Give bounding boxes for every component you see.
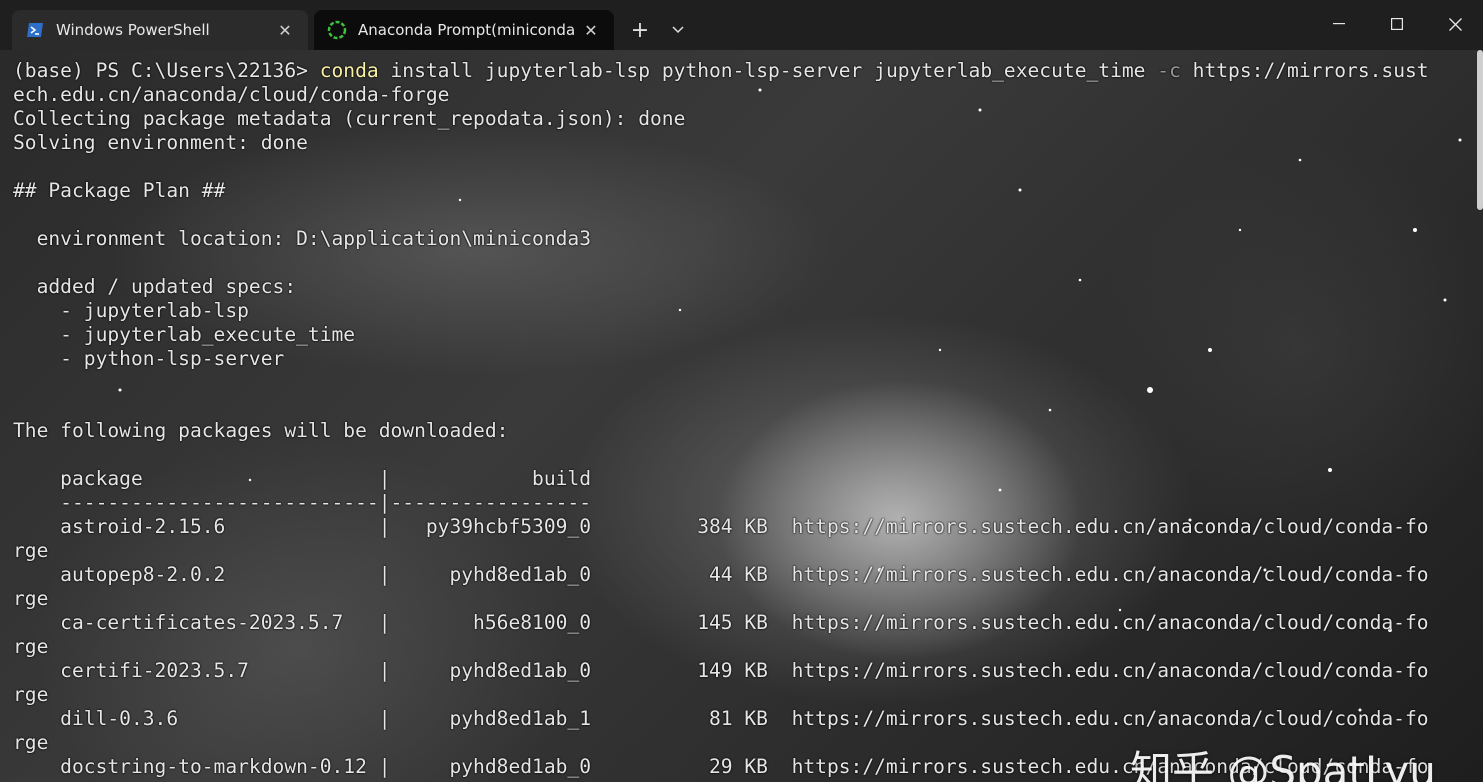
solving-line: Solving environment: done (13, 131, 308, 154)
collecting-line: Collecting package metadata (current_rep… (13, 107, 686, 130)
table-row: certifi-2023.5.7 | pyhd8ed1ab_0 149 KB h… (13, 659, 1429, 682)
spec-item: - python-lsp-server (13, 347, 285, 370)
close-tab-icon[interactable]: ✕ (580, 21, 602, 40)
table-row-wrap: rge (13, 683, 49, 706)
spec-item: - jupyterlab-lsp (13, 299, 249, 322)
close-window-button[interactable] (1426, 0, 1483, 48)
close-tab-icon[interactable]: ✕ (274, 21, 296, 40)
maximize-icon (1391, 18, 1403, 30)
download-header: The following packages will be downloade… (13, 419, 509, 442)
table-row: astroid-2.15.6 | py39hcbf5309_0 384 KB h… (13, 515, 1429, 538)
plan-header: ## Package Plan ## (13, 179, 226, 202)
command-flag: -c (1157, 59, 1181, 82)
terminal-output[interactable]: (base) PS C:\Users\22136> conda install … (13, 59, 1429, 779)
table-row: autopep8-2.0.2 | pyhd8ed1ab_0 44 KB http… (13, 563, 1429, 586)
command-url-wrap: ech.edu.cn/anaconda/cloud/conda-forge (13, 83, 450, 106)
tab-dropdown-button[interactable] (664, 14, 692, 46)
spec-item: - jupyterlab_execute_time (13, 323, 356, 346)
table-row-wrap: rge (13, 539, 49, 562)
plus-icon: + (630, 17, 650, 43)
command-args: install jupyterlab-lsp python-lsp-server… (378, 59, 1158, 82)
specs-header: added / updated specs: (13, 275, 297, 298)
chevron-down-icon (672, 26, 684, 34)
prompt-text: (base) PS C:\Users\22136> (13, 59, 320, 82)
terminal-pane[interactable]: (base) PS C:\Users\22136> conda install … (0, 50, 1483, 782)
tab-windows-powershell[interactable]: Windows PowerShell ✕ (12, 10, 308, 50)
title-bar: Windows PowerShell ✕ Anaconda Prompt(min… (0, 0, 1483, 50)
minimize-icon (1333, 23, 1345, 25)
table-header: package | build (13, 467, 592, 490)
command-line: (base) PS C:\Users\22136> conda install … (13, 59, 1429, 83)
new-tab-button[interactable]: + (626, 14, 654, 46)
maximize-button[interactable] (1368, 0, 1426, 48)
table-row-wrap: rge (13, 587, 49, 610)
command-url-start: https://mirrors.sust (1180, 59, 1429, 82)
table-row: dill-0.3.6 | pyhd8ed1ab_1 81 KB https://… (13, 707, 1429, 730)
scrollbar-thumb[interactable] (1477, 50, 1483, 210)
powershell-icon (24, 19, 46, 41)
tab-label: Anaconda Prompt(miniconda (358, 21, 576, 39)
table-rule: ---------------------------|------------… (13, 491, 592, 514)
command-name: conda (319, 59, 379, 82)
environment-location: environment location: D:\application\min… (13, 227, 592, 250)
minimize-button[interactable] (1310, 0, 1368, 48)
table-row: ca-certificates-2023.5.7 | h56e8100_0 14… (13, 611, 1429, 634)
close-icon (1448, 17, 1462, 31)
conda-spinner-icon (326, 19, 348, 41)
tab-label: Windows PowerShell (56, 21, 210, 39)
table-row-wrap: rge (13, 635, 49, 658)
tab-anaconda-prompt[interactable]: Anaconda Prompt(miniconda ✕ (314, 10, 614, 50)
watermark-text: 知乎 @SpatLyu (1130, 747, 1436, 782)
